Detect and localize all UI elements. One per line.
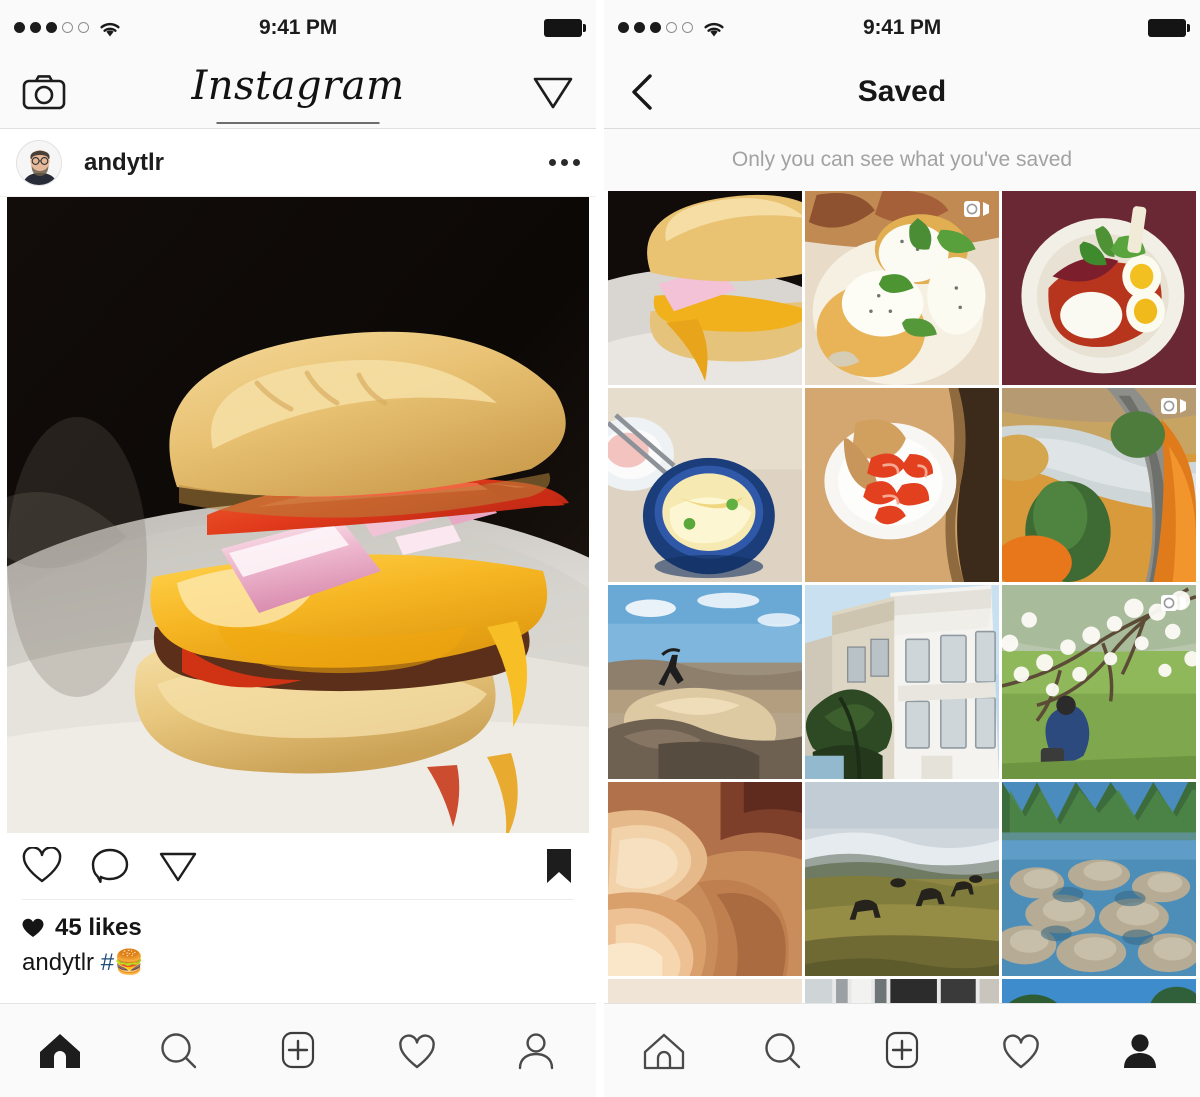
saved-cell-eggs-benedict[interactable]: [805, 191, 999, 385]
saved-cell-street-partial[interactable]: [805, 979, 999, 1003]
video-icon: [963, 199, 991, 219]
grid-badge: [766, 790, 794, 810]
battery-full-icon: [544, 18, 586, 37]
status-bar-time: 9:41 PM: [259, 15, 337, 39]
status-bar-time: 9:41 PM: [863, 15, 941, 39]
tab-profile[interactable]: [1081, 1030, 1200, 1072]
tab-home[interactable]: [0, 1030, 119, 1072]
screenshot-root: 9:41 PM Instagram andytlr 45 likes andyt…: [0, 0, 1200, 1097]
grid-badge: [963, 790, 991, 810]
tab-bar-right: [604, 1003, 1200, 1097]
phone-saved-screen: 9:41 PM Saved Only you can see what you'…: [604, 0, 1200, 1097]
grid-badge: [1160, 987, 1188, 1003]
tab-home[interactable]: [604, 1030, 723, 1072]
saved-cell-cattle-field[interactable]: [805, 782, 999, 976]
saved-cell-sunset-partial[interactable]: [608, 979, 802, 1003]
saved-privacy-note: Only you can see what you've saved: [604, 129, 1200, 191]
tab-activity[interactable]: [962, 1030, 1081, 1072]
video-icon: [1160, 396, 1188, 416]
saved-cell-burger[interactable]: [608, 191, 802, 385]
tab-bar-left: [0, 1003, 596, 1097]
more-options-icon[interactable]: [549, 159, 580, 166]
cheeseburger-photo: [7, 197, 589, 833]
instagram-logo: Instagram: [191, 63, 405, 109]
battery-full-icon: [1148, 18, 1190, 37]
status-bar-right: 9:41 PM: [604, 0, 1200, 55]
post-action-bar: [0, 833, 596, 899]
saved-cell-shakshuka[interactable]: [1002, 191, 1196, 385]
grid-badge: [766, 199, 794, 219]
bookmark-filled-icon[interactable]: [544, 847, 574, 885]
share-paperplane-icon[interactable]: [158, 847, 198, 885]
post-photo[interactable]: [7, 197, 589, 833]
tab-add[interactable]: [238, 1030, 357, 1072]
status-bar-left: 9:41 PM: [0, 0, 596, 55]
video-icon: [1160, 593, 1188, 613]
grid-badge: [1160, 199, 1188, 219]
likes-count[interactable]: 45 likes: [55, 914, 142, 942]
tab-add[interactable]: [842, 1030, 961, 1072]
post-username[interactable]: andytlr: [84, 149, 164, 177]
grid-badge: [1160, 790, 1188, 810]
grid-badge: [766, 987, 794, 1003]
saved-cell-blossom-tree[interactable]: [1002, 585, 1196, 779]
saved-cell-sky-partial[interactable]: [1002, 979, 1196, 1003]
post-caption: andytlr #🍔: [0, 942, 596, 977]
saved-cell-clear-lake[interactable]: [1002, 782, 1196, 976]
saved-cell-autumn-river[interactable]: [1002, 388, 1196, 582]
saved-cell-soup-rice[interactable]: [608, 388, 802, 582]
logo-underline: [216, 121, 380, 124]
grid-badge: [766, 593, 794, 613]
caption-emoji: 🍔: [114, 949, 144, 976]
tab-search[interactable]: [723, 1030, 842, 1072]
saved-cell-slot-canyon[interactable]: [608, 782, 802, 976]
grid-badge: [963, 593, 991, 613]
camera-icon[interactable]: [22, 74, 66, 110]
saved-cell-tomato-plate[interactable]: [805, 388, 999, 582]
heart-filled-icon: [22, 918, 44, 938]
caption-hashtag[interactable]: #: [101, 949, 114, 976]
comment-bubble-icon[interactable]: [90, 847, 130, 885]
caption-username[interactable]: andytlr: [22, 949, 94, 976]
phone-feed-screen: 9:41 PM Instagram andytlr 45 likes andyt…: [0, 0, 596, 1097]
feed-navbar: Instagram: [0, 55, 596, 129]
direct-share-icon[interactable]: [532, 73, 574, 111]
tab-search[interactable]: [119, 1030, 238, 1072]
saved-cell-canyon-jump[interactable]: [608, 585, 802, 779]
grid-badge: [963, 396, 991, 416]
avatar[interactable]: [16, 139, 62, 186]
more-dot: [549, 159, 556, 166]
heart-outline-icon[interactable]: [22, 847, 62, 885]
more-dot: [561, 159, 568, 166]
tab-profile[interactable]: [477, 1030, 596, 1072]
saved-grid: [608, 191, 1200, 1003]
tab-activity[interactable]: [358, 1030, 477, 1072]
more-dot: [573, 159, 580, 166]
grid-badge: [766, 396, 794, 416]
page-title: Saved: [857, 74, 947, 108]
saved-cell-victorian-house[interactable]: [805, 585, 999, 779]
post-header: andytlr: [0, 129, 596, 197]
grid-badge: [963, 987, 991, 1003]
chevron-left-icon[interactable]: [626, 72, 660, 112]
status-bar-right-group: [1148, 18, 1190, 37]
status-bar-right-group: [544, 18, 586, 37]
likes-row: 45 likes: [0, 900, 596, 942]
saved-navbar: Saved: [604, 55, 1200, 129]
